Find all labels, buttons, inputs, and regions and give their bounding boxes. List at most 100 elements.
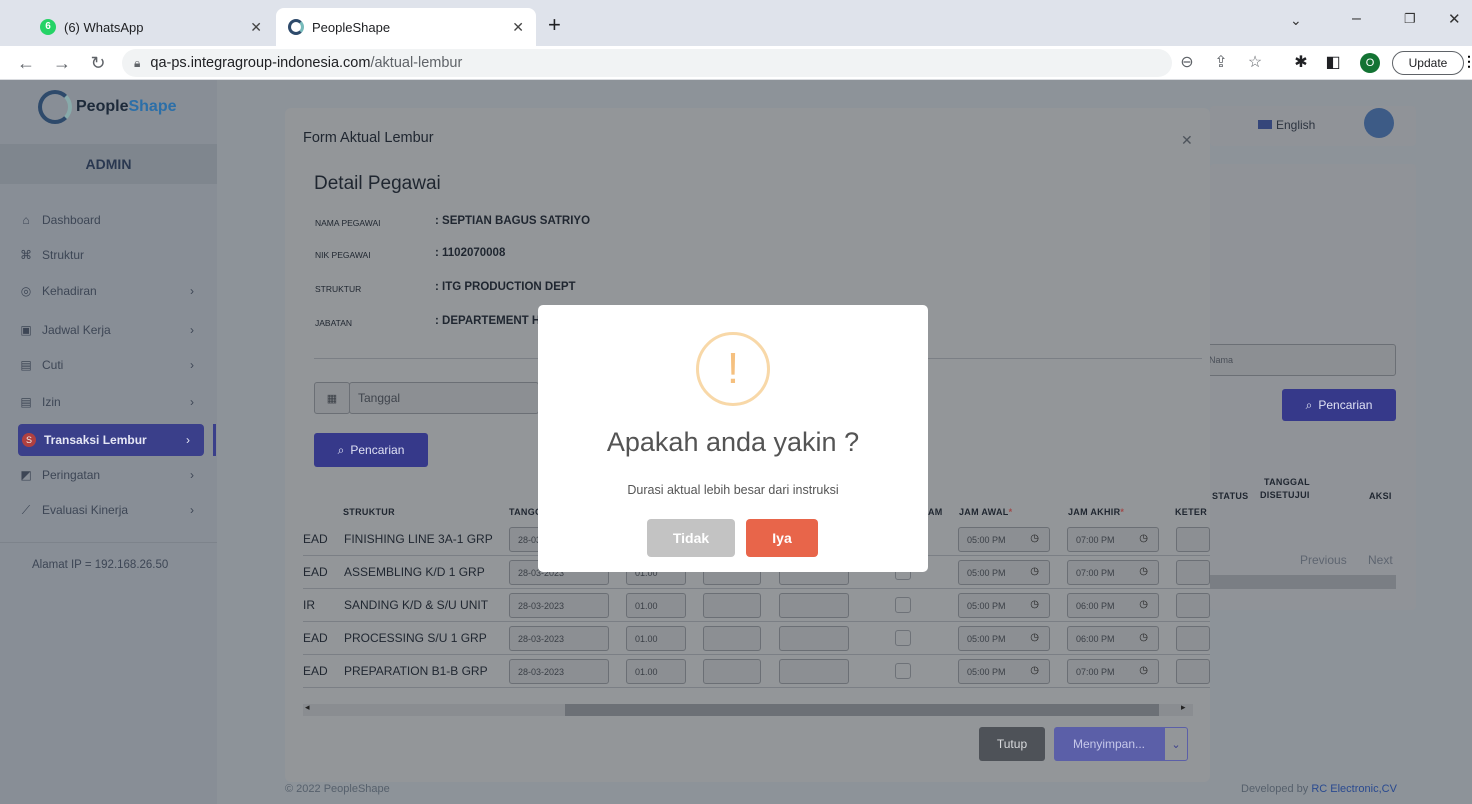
row-input[interactable] bbox=[1176, 527, 1210, 552]
sidebar-item-transaksi-lembur[interactable]: S Transaksi Lembur › bbox=[18, 424, 204, 456]
sidebar-item-peringatan[interactable]: ◩ Peringatan › bbox=[18, 461, 208, 489]
field-value: : SEPTIAN BAGUS SATRIYO bbox=[435, 215, 591, 227]
row-time-input[interactable]: 05:00 PM ◷ bbox=[958, 527, 1050, 552]
confirm-button[interactable]: Iya bbox=[746, 519, 818, 557]
tab-peopleshape[interactable]: PeopleShape ✕ bbox=[276, 8, 536, 46]
address-bar-row: ← → ↻ 🔒︎ qa-ps.integragroup-indonesia.co… bbox=[0, 46, 1472, 80]
field-label: NAMA PEGAWAI bbox=[315, 218, 381, 228]
row-time-input[interactable]: 06:00 PM ◷ bbox=[1067, 593, 1159, 618]
clock-icon: ◷ bbox=[1030, 566, 1039, 577]
background-search-button[interactable]: ⌕ Pencarian bbox=[1282, 389, 1396, 421]
language-selector[interactable]: English bbox=[1258, 118, 1315, 132]
table-scrollbar[interactable]: ◂ ▸ bbox=[303, 702, 1193, 716]
sidebar-item-kehadiran[interactable]: ◎ Kehadiran › bbox=[18, 277, 208, 305]
logo-mark-icon bbox=[38, 90, 72, 124]
search-icon: ⌕ bbox=[337, 442, 345, 457]
row-time-input[interactable]: 07:00 PM ◷ bbox=[1067, 527, 1159, 552]
new-tab-icon[interactable]: + bbox=[548, 12, 561, 38]
developed-by: Developed by RC Electronic,CV bbox=[1241, 783, 1397, 795]
close-tab-icon[interactable]: ✕ bbox=[512, 19, 524, 36]
extensions-icon[interactable]: ✱ bbox=[1290, 49, 1312, 77]
row-time-input[interactable]: 05:00 PM ◷ bbox=[958, 593, 1050, 618]
col-tanggal: TANGGAL bbox=[1264, 477, 1310, 487]
clock-icon: ◷ bbox=[1139, 566, 1148, 577]
form-search-button[interactable]: ⌕ Pencarian bbox=[314, 433, 428, 467]
url-field[interactable]: 🔒︎ qa-ps.integragroup-indonesia.com/aktu… bbox=[122, 49, 1172, 77]
tab-whatsapp[interactable]: 6 (6) WhatsApp ✕ bbox=[28, 8, 274, 46]
sidebar-item-label: Izin bbox=[42, 395, 61, 409]
row-time-input[interactable]: 07:00 PM ◷ bbox=[1067, 560, 1159, 585]
col-struktur: STRUKTUR bbox=[343, 507, 395, 517]
previous-link[interactable]: Previous bbox=[1300, 553, 1347, 567]
row-input[interactable] bbox=[1176, 626, 1210, 651]
row-input-tanggal[interactable]: 28-03-2023 bbox=[509, 593, 609, 618]
row-input[interactable] bbox=[779, 659, 849, 684]
profile-avatar[interactable]: O bbox=[1360, 53, 1380, 73]
search-icon: ⌕ bbox=[1305, 397, 1313, 412]
chevron-right-icon: › bbox=[190, 284, 194, 298]
forward-icon[interactable]: → bbox=[50, 49, 74, 77]
calendar-icon: ▤ bbox=[20, 358, 32, 372]
modal-close-icon[interactable]: ✕ bbox=[1181, 132, 1193, 149]
background-search-input[interactable]: Nama bbox=[1200, 344, 1396, 376]
close-button[interactable]: Tutup bbox=[979, 727, 1045, 761]
menu-kebab-icon[interactable]: ⋮ bbox=[1462, 53, 1472, 70]
zoom-icon[interactable]: ⊖ bbox=[1176, 49, 1198, 77]
bookmark-star-icon[interactable]: ☆ bbox=[1244, 49, 1266, 77]
sidebar-item-cuti[interactable]: ▤ Cuti › bbox=[18, 351, 208, 379]
date-input[interactable]: Tanggal bbox=[349, 382, 539, 414]
sidebar-item-struktur[interactable]: ⌘ Struktur bbox=[18, 241, 208, 269]
minimize-icon[interactable]: – bbox=[1352, 10, 1361, 28]
row-input-tanggal[interactable]: 28-03-2023 bbox=[509, 626, 609, 651]
scroll-right-icon[interactable]: ▸ bbox=[1181, 702, 1186, 713]
share-icon[interactable]: ⇪ bbox=[1210, 49, 1232, 77]
app-logo: PeopleShape bbox=[38, 86, 198, 128]
restore-icon[interactable]: ❐ bbox=[1404, 11, 1416, 27]
sidebar-item-evaluasi-kinerja[interactable]: ⟋ Evaluasi Kinerja › bbox=[18, 496, 208, 524]
reload-icon[interactable]: ↻ bbox=[86, 49, 110, 77]
clock-icon: ◷ bbox=[1139, 533, 1148, 544]
row-input[interactable] bbox=[703, 626, 761, 651]
row-input[interactable] bbox=[703, 593, 761, 618]
calendar-icon[interactable]: ▦ bbox=[314, 382, 350, 414]
sidebar-item-dashboard[interactable]: ⌂ Dashboard bbox=[18, 206, 208, 234]
sidebar-item-jadwal-kerja[interactable]: ▣ Jadwal Kerja › bbox=[18, 316, 208, 344]
scrollbar-thumb[interactable] bbox=[565, 704, 1159, 716]
sidebar-item-izin[interactable]: ▤ Izin › bbox=[18, 388, 208, 416]
section-title: Detail Pegawai bbox=[314, 173, 441, 194]
row-input[interactable] bbox=[1176, 593, 1210, 618]
chevron-down-icon[interactable]: ⌄ bbox=[1164, 727, 1188, 761]
developer-link[interactable]: RC Electronic,CV bbox=[1311, 783, 1397, 795]
row-checkbox[interactable] bbox=[895, 630, 911, 646]
row-input[interactable] bbox=[1176, 659, 1210, 684]
row-input-tanggal[interactable]: 28-03-2023 bbox=[509, 659, 609, 684]
row-input-durasi[interactable]: 01.00 bbox=[626, 626, 686, 651]
row-checkbox[interactable] bbox=[895, 663, 911, 679]
next-link[interactable]: Next bbox=[1368, 553, 1393, 567]
row-input[interactable] bbox=[779, 626, 849, 651]
row-checkbox[interactable] bbox=[895, 597, 911, 613]
update-button[interactable]: Update bbox=[1392, 51, 1464, 75]
row-time-input[interactable]: 05:00 PM ◷ bbox=[958, 560, 1050, 585]
scroll-left-icon[interactable]: ◂ bbox=[305, 702, 310, 713]
close-window-icon[interactable]: ✕ bbox=[1448, 10, 1461, 28]
row-input-durasi[interactable]: 01.00 bbox=[626, 593, 686, 618]
side-panel-icon[interactable]: ◧ bbox=[1322, 49, 1344, 77]
tab-search-icon[interactable]: ⌄ bbox=[1290, 12, 1302, 29]
logo-text-a: People bbox=[76, 98, 129, 115]
row-time-input[interactable]: 05:00 PM ◷ bbox=[958, 659, 1050, 684]
row-time-input[interactable]: 05:00 PM ◷ bbox=[958, 626, 1050, 651]
user-avatar[interactable] bbox=[1364, 108, 1394, 138]
cancel-button[interactable]: Tidak bbox=[647, 519, 735, 557]
row-input[interactable] bbox=[1176, 560, 1210, 585]
background-scrollbar[interactable] bbox=[1210, 575, 1396, 589]
back-icon[interactable]: ← bbox=[14, 49, 38, 77]
close-tab-icon[interactable]: ✕ bbox=[250, 19, 262, 36]
chevron-right-icon: › bbox=[186, 433, 190, 447]
row-time-input[interactable]: 06:00 PM ◷ bbox=[1067, 626, 1159, 651]
row-input-durasi[interactable]: 01.00 bbox=[626, 659, 686, 684]
row-input[interactable] bbox=[779, 593, 849, 618]
save-button[interactable]: Menyimpan... bbox=[1054, 727, 1164, 761]
row-time-input[interactable]: 07:00 PM ◷ bbox=[1067, 659, 1159, 684]
row-input[interactable] bbox=[703, 659, 761, 684]
